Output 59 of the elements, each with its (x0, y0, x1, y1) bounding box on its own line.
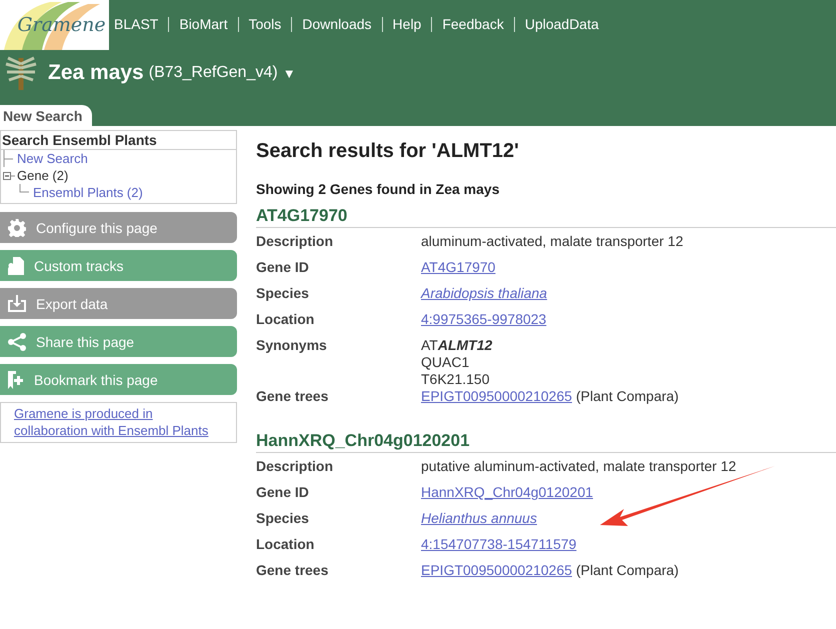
logo[interactable]: Gramene (0, 0, 109, 50)
share-icon (8, 332, 26, 350)
page-title: Search results for 'ALMT12' (256, 140, 520, 163)
value-text: aluminum-activated, malate transporter 12 (421, 233, 684, 250)
field-label: Species (256, 510, 310, 528)
nav-link[interactable]: Downloads (291, 16, 382, 32)
nav-link[interactable]: Help (382, 16, 432, 32)
dropdown-caret[interactable]: ▼ (282, 66, 296, 80)
species-link[interactable]: Helianthus annuus (421, 510, 537, 527)
synonym-text: ATALMT12 (421, 337, 492, 354)
tree-branch-icon (3, 150, 13, 167)
assembly-label: (B73_RefGen_v4) (148, 64, 278, 82)
field-label: Description (256, 233, 334, 251)
link[interactable]: 4:154707738-154711579 (421, 536, 576, 553)
value-text: putative aluminum-activated, malate transporter 12 (421, 458, 736, 475)
bookmark-icon (8, 370, 24, 388)
nav-link[interactable]: BLAST (112, 16, 168, 32)
gear-icon (8, 218, 26, 236)
tree-link[interactable]: Ensembl Plants (2) (33, 184, 143, 201)
sidebar-button[interactable]: Share this page (0, 326, 237, 357)
plant-icon (4, 56, 38, 90)
document-icon (8, 256, 24, 274)
link[interactable]: EPIGT00950000210265 (421, 388, 572, 405)
value-text: QUAC1 (421, 354, 470, 371)
tree-label[interactable]: Gene (2) (17, 167, 68, 184)
field-label: Gene ID (256, 484, 310, 502)
results-summary: Showing 2 Genes found in Zea mays (256, 181, 500, 197)
link[interactable]: HannXRQ_Chr04g0120201 (421, 484, 594, 501)
field-label: Gene trees (256, 562, 330, 580)
collapse-icon[interactable] (3, 170, 17, 180)
field-label: Species (256, 285, 310, 303)
nav-link[interactable]: Tools (238, 16, 292, 32)
link[interactable]: 4:9975365-9978023 (421, 311, 546, 328)
species-name: Zea mays (48, 61, 144, 85)
download-icon (8, 295, 26, 312)
credit-link[interactable]: Gramene is produced in collaboration with Ensembl Plants (14, 405, 230, 439)
link[interactable]: EPIGT00950000210265 (421, 562, 572, 579)
sidebar-button[interactable]: Bookmark this page (0, 364, 237, 395)
sidebar-button[interactable]: Custom tracks (0, 250, 237, 281)
tree-branch-icon (19, 184, 29, 193)
nav-link[interactable]: BioMart (168, 16, 238, 32)
value-text: (Plant Compara) (576, 562, 679, 579)
nav-link[interactable]: UploadData (514, 16, 609, 32)
link[interactable]: AT4G17970 (421, 259, 496, 276)
gene-heading: HannXRQ_Chr04g0120201 (256, 431, 836, 453)
field-label: Gene trees (256, 388, 330, 406)
field-label: Description (256, 458, 334, 476)
panel-title: Search Ensembl Plants (1, 131, 236, 150)
field-label: Location (256, 536, 316, 554)
species-link[interactable]: Arabidopsis thaliana (421, 285, 548, 302)
value-text: T6K21.150 (421, 371, 490, 388)
field-label: Gene ID (256, 259, 310, 277)
gene-heading: AT4G17970 (256, 206, 836, 228)
tab[interactable]: New Search (0, 105, 92, 126)
nav-link[interactable]: Feedback (431, 16, 514, 32)
value-text: (Plant Compara) (576, 388, 679, 405)
field-label: Synonyms (256, 337, 328, 355)
tree-link[interactable]: New Search (17, 150, 88, 167)
field-label: Location (256, 311, 316, 329)
